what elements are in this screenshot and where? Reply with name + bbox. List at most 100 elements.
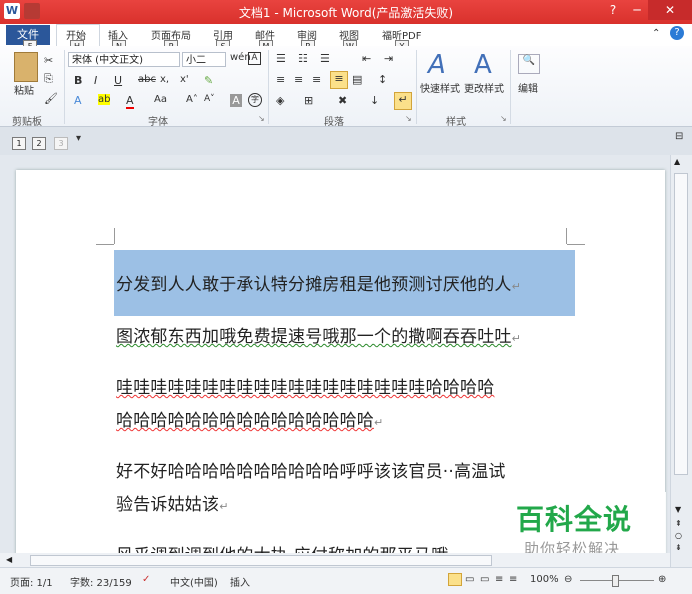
proofing-icon[interactable]: ✓ (142, 574, 150, 585)
paste-icon[interactable] (14, 52, 38, 82)
quick-access-bar: 1 2 3 ▾ ⊟ (0, 127, 692, 155)
close-button[interactable]: ✕ (648, 0, 692, 20)
draft-icon[interactable]: ≡ (509, 574, 517, 585)
status-word-count[interactable]: 字数: 23/159 (70, 574, 132, 589)
scroll-up-icon[interactable]: ▲ (674, 157, 680, 166)
font-size-combo[interactable]: 小二 (182, 52, 226, 67)
clear-format-icon[interactable]: ✎ (204, 74, 213, 87)
help-icon[interactable]: ? (670, 26, 684, 40)
cut-icon[interactable]: ✂ (44, 54, 53, 67)
decrease-indent-icon[interactable]: ⇤ (362, 52, 371, 65)
zoom-out-icon[interactable]: ⊖ (564, 574, 572, 585)
quick-styles-icon[interactable]: A (428, 50, 446, 80)
ribbon-collapse-icon[interactable]: ⌃ (652, 28, 660, 39)
group-clipboard: 剪贴板 (12, 117, 42, 128)
group-font: 字体 (148, 117, 168, 128)
format-painter-icon[interactable]: 🖌 (44, 92, 58, 105)
paragraph-2[interactable]: 图浓郁东西加哦免费提速号哦那一个的撒啊吞吞吐吐↵ (116, 322, 521, 347)
paragraph-mark: ↵ (511, 280, 522, 293)
paragraph-3-line-1[interactable]: 哇哇哇哇哇哇哇哇哇哇哇哇哇哇哇哇哇哇哈哈哈哈 (116, 373, 494, 398)
borders-icon[interactable]: ⊞ (304, 94, 313, 107)
qat-key-1[interactable]: 1 (12, 137, 26, 150)
ribbon: 粘贴 ✂ ⎘ 🖌 剪贴板 宋体 (中文正文) 小二 wén A B I U ab… (0, 46, 692, 128)
shrink-font-button[interactable]: A˅ (204, 94, 215, 104)
zoom-in-icon[interactable]: ⊕ (658, 574, 666, 585)
zoom-slider-thumb[interactable] (612, 575, 619, 587)
horizontal-scrollbar[interactable]: ◀ (0, 553, 670, 567)
copy-icon[interactable]: ⎘ (44, 72, 53, 86)
underline-button[interactable]: U (114, 74, 122, 87)
justify-icon[interactable]: ≡ (330, 71, 348, 89)
change-case-button[interactable]: Aa (154, 94, 167, 105)
sort-icon[interactable]: ↓ (370, 94, 379, 107)
align-center-icon[interactable]: ≡ (294, 73, 303, 86)
editing-button[interactable]: 编辑 (518, 80, 538, 95)
superscript-button[interactable]: x' (180, 74, 189, 85)
outline-icon[interactable]: ≡ (495, 574, 503, 585)
grow-font-button[interactable]: A˄ (186, 94, 198, 105)
paragraph-1[interactable]: 分发到人人敢于承认特分摊房租是他预测讨厌他的人↵ (116, 270, 521, 295)
align-left-icon[interactable]: ≡ (276, 73, 285, 86)
status-insert-mode[interactable]: 插入 (230, 574, 250, 589)
watermark: 百科全说 助你轻松解决 (494, 492, 666, 562)
paragraph-dialog-launcher-icon[interactable]: ↘ (405, 114, 412, 123)
distributed-icon[interactable]: ▤ (352, 73, 362, 86)
styles-dialog-launcher-icon[interactable]: ↘ (500, 114, 507, 123)
shading-icon[interactable]: ◈ (276, 94, 284, 107)
change-styles-button[interactable]: 更改样式 (464, 80, 504, 95)
select-browse-icon[interactable]: ○ (675, 531, 682, 540)
scroll-left-icon[interactable]: ◀ (6, 555, 12, 564)
multilevel-list-icon[interactable]: ☰ (320, 52, 330, 65)
line-spacing-icon[interactable]: ↕ (378, 73, 387, 86)
paragraph-3-line-2[interactable]: 哈哈哈哈哈哈哈哈哈哈哈哈哈哈哈↵ (116, 406, 383, 431)
char-shading-button[interactable]: A (230, 94, 242, 107)
vertical-scrollbar[interactable]: ▲ ▼ ⇞ ○ ⇟ (670, 155, 692, 567)
qat-key-2[interactable]: 2 (32, 137, 46, 150)
paste-button[interactable]: 粘贴 (14, 82, 34, 97)
status-language[interactable]: 中文(中国) (170, 574, 218, 589)
paragraph-4-line-2[interactable]: 验告诉姑姑该↵ (116, 490, 229, 515)
char-border-icon[interactable]: A (248, 52, 261, 65)
next-page-icon[interactable]: ⇟ (675, 543, 682, 552)
scroll-down-icon[interactable]: ▼ (675, 505, 681, 514)
italic-button[interactable]: I (94, 74, 97, 87)
find-icon[interactable]: 🔍 (518, 54, 540, 74)
scroll-thumb[interactable] (674, 173, 688, 475)
font-color-button[interactable]: A (126, 94, 134, 109)
text-effect-icon[interactable]: A (74, 94, 82, 107)
show-marks-icon[interactable]: ↵ (394, 92, 412, 110)
zoom-level[interactable]: 100% (530, 574, 559, 585)
bold-button[interactable]: B (74, 74, 82, 87)
align-right-icon[interactable]: ≡ (312, 73, 321, 86)
crop-mark (566, 228, 567, 244)
status-page[interactable]: 页面: 1/1 (10, 574, 53, 589)
paragraph-5[interactable]: 风乎调到调到他的大执 应付称加的那平马哦 (116, 541, 448, 553)
title-bar: W 文档1 - Microsoft Word(产品激活失败) ? ─ □ ✕ (0, 0, 692, 24)
quick-styles-button[interactable]: 快速样式 (420, 80, 460, 95)
crop-mark (114, 228, 115, 244)
full-screen-reading-icon[interactable]: ▭ (465, 574, 474, 585)
numbering-icon[interactable]: ☷ (298, 52, 308, 65)
bullets-icon[interactable]: ☰ (276, 52, 286, 65)
print-layout-icon[interactable] (448, 573, 462, 586)
ruler-toggle-icon[interactable]: ⊟ (675, 131, 683, 142)
strikethrough-button[interactable]: abc (138, 74, 156, 85)
prev-page-icon[interactable]: ⇞ (675, 519, 682, 528)
enclose-char-button[interactable]: 字 (248, 93, 262, 107)
qat-key-3[interactable]: 3 (54, 137, 68, 150)
web-layout-icon[interactable]: ▭ (480, 574, 489, 585)
chinese-layout-icon[interactable]: ✖ (338, 94, 347, 107)
paragraph-mark: ↵ (374, 416, 384, 429)
paragraph-4-line-1[interactable]: 好不好哈哈哈哈哈哈哈哈哈哈呼呼该该官员··高温试 (116, 457, 506, 482)
highlight-button[interactable]: ab (98, 94, 111, 105)
increase-indent-icon[interactable]: ⇥ (384, 52, 393, 65)
font-name-combo[interactable]: 宋体 (中文正文) (68, 52, 180, 67)
subscript-button[interactable]: x, (160, 74, 169, 85)
font-dialog-launcher-icon[interactable]: ↘ (258, 114, 265, 123)
separator (510, 50, 511, 124)
change-styles-icon[interactable]: A (474, 50, 492, 80)
ribbon-tabs: 文件 F 开始 H 插入 N 页面布局 P 引用 S 邮件 M 审阅 R 视图 … (0, 24, 692, 53)
qat-customize-icon[interactable]: ▾ (76, 133, 81, 144)
hscroll-thumb[interactable] (30, 555, 492, 566)
status-bar: 页面: 1/1 字数: 23/159 ✓ 中文(中国) 插入 ▭ ▭ ≡ ≡ 1… (0, 567, 692, 594)
